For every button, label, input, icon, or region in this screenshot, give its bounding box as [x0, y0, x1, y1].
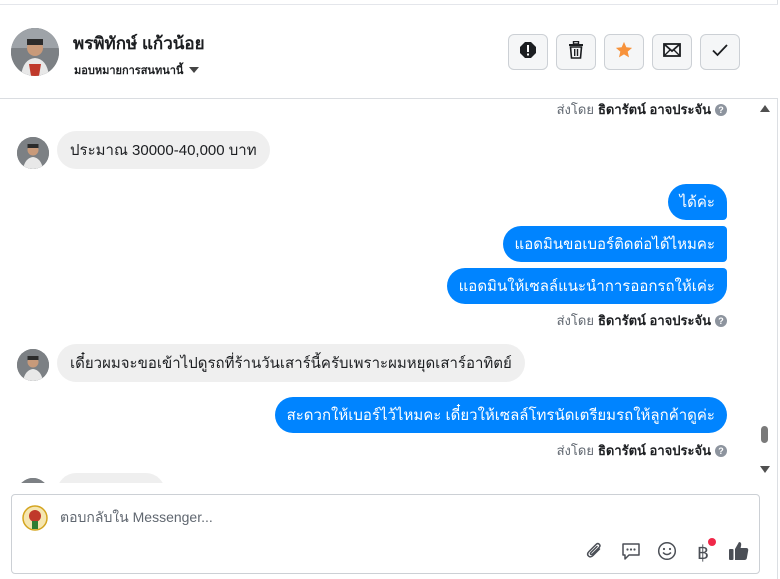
emoji-icon [657, 541, 677, 566]
assign-label: มอบหมายการสนทนานี้ [74, 65, 184, 77]
emoji-button[interactable] [655, 541, 679, 565]
help-icon[interactable]: ? [715, 444, 727, 457]
contact-avatar[interactable] [11, 28, 59, 76]
help-icon[interactable]: ? [715, 103, 727, 116]
payment-button[interactable]: ฿ [691, 538, 716, 565]
delete-button[interactable] [556, 34, 596, 70]
contact-avatar-small[interactable] [17, 349, 49, 381]
exclamation-icon [519, 41, 537, 64]
composer-tools: ฿ [583, 538, 751, 565]
outgoing-message[interactable]: แอดมินให้เซลล์แนะนำการออกรถให้เค่ะ [446, 268, 727, 304]
incoming-message[interactable]: ประมาณ 30000-40,000 บาท [57, 131, 270, 169]
trash-icon [568, 40, 584, 64]
contact-avatar-small[interactable] [17, 478, 49, 483]
reply-composer: ฿ [11, 494, 760, 574]
mark-done-button[interactable] [700, 34, 740, 70]
outgoing-message[interactable]: ได้ค่ะ [667, 184, 727, 220]
scroll-up-arrow-icon[interactable] [760, 105, 770, 112]
paperclip-icon [585, 541, 605, 566]
sent-by-prefix: ส่งโดย [556, 102, 594, 117]
incoming-message[interactable]: เดี๋ยวผมจะขอเข้าไปดูรถที่ร้านวันเสาร์นี้… [57, 344, 525, 382]
contact-name[interactable]: พรพิทักษ์ แก้วน้อย [73, 30, 205, 57]
reply-input[interactable] [60, 509, 560, 525]
sent-by-prefix: ส่งโดย [556, 313, 594, 328]
scroll-down-arrow-icon[interactable] [760, 466, 770, 473]
scrollbar-thumb[interactable] [761, 426, 768, 443]
chevron-down-icon [189, 67, 200, 73]
outgoing-message[interactable]: สะดวกให้เบอร์ไว้ไหมคะ เดี๋ยวให้เซลล์โทรน… [274, 397, 727, 433]
page-avatar [21, 504, 49, 532]
header-actions [508, 34, 740, 70]
saved-replies-button[interactable] [619, 541, 643, 565]
like-icon [728, 540, 750, 567]
incoming-message-partial[interactable] [57, 473, 165, 483]
mark-unread-button[interactable] [652, 34, 692, 70]
messenger-inbox-panel: พรพิทักษ์ แก้วน้อย มอบหมายการสนทนานี้ ส่… [0, 0, 778, 579]
baht-icon: ฿ [696, 542, 710, 564]
sent-by-label: ส่งโดย ธิดารัตน์ อาจประจัน ? [557, 440, 727, 461]
star-button[interactable] [604, 34, 644, 70]
outgoing-message[interactable]: แอดมินขอเบอร์ติดต่อได้ไหมคะ [502, 226, 727, 262]
saved-reply-icon [621, 541, 641, 566]
contact-avatar-small[interactable] [17, 137, 49, 169]
sent-by-prefix: ส่งโดย [556, 443, 594, 458]
check-icon [712, 43, 728, 62]
star-icon [615, 41, 633, 64]
assign-conversation-dropdown[interactable]: มอบหมายการสนทนานี้ [74, 61, 200, 79]
message-thread[interactable]: ส่งโดย ธิดารัตน์ อาจประจัน ? ประมาณ 3000… [0, 99, 758, 483]
notification-dot [708, 538, 716, 546]
spam-button[interactable] [508, 34, 548, 70]
sent-by-name[interactable]: ธิดารัตน์ อาจประจัน [598, 440, 711, 461]
sent-by-label: ส่งโดย ธิดารัตน์ อาจประจัน ? [557, 310, 727, 331]
attach-button[interactable] [583, 541, 607, 565]
envelope-icon [663, 42, 681, 62]
like-button[interactable] [727, 541, 751, 565]
conversation-header: พรพิทักษ์ แก้วน้อย มอบหมายการสนทนานี้ [0, 4, 778, 99]
sent-by-name[interactable]: ธิดารัตน์ อาจประจัน [598, 99, 711, 120]
sent-by-label: ส่งโดย ธิดารัตน์ อาจประจัน ? [557, 99, 727, 120]
sent-by-name[interactable]: ธิดารัตน์ อาจประจัน [598, 310, 711, 331]
help-icon[interactable]: ? [715, 314, 727, 327]
